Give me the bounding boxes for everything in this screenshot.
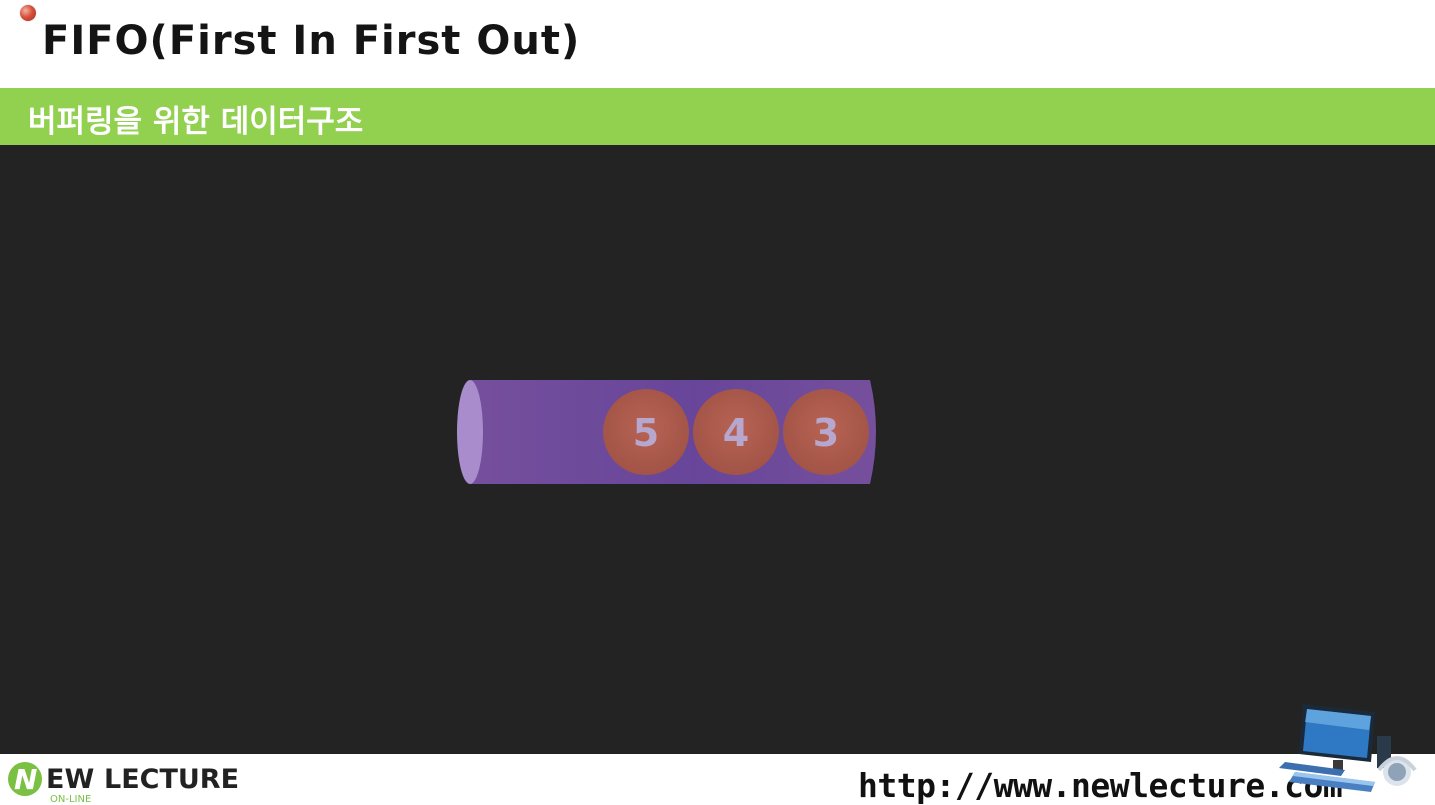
logo-text-lecture: LECTURE: [104, 764, 240, 795]
queue-item-label: 3: [813, 411, 839, 455]
subtitle-bar: 버퍼링을 위한 데이터구조: [0, 88, 1435, 145]
slide-subtitle: 버퍼링을 위한 데이터구조: [28, 104, 364, 140]
footer: N EW LECTURE ON-LINE http://www.newlectu…: [0, 754, 1435, 805]
bullet-icon: [20, 5, 36, 21]
queue-item-label: 5: [633, 411, 659, 455]
site-url[interactable]: http://www.newlecture.com: [858, 766, 1343, 805]
logo-subtext: ON-LINE: [50, 794, 92, 805]
queue-item: 5: [603, 389, 689, 475]
logo-mark-icon: N: [8, 762, 42, 796]
slide-title: FIFO(First In First Out): [42, 18, 581, 64]
logo-text-ew: EW: [46, 764, 95, 795]
newlecture-logo[interactable]: N EW LECTURE ON-LINE: [8, 760, 248, 805]
queue-diagram: 5 4 3: [457, 380, 876, 484]
diagram-stage: 5 4 3: [0, 145, 1435, 754]
queue-item: 4: [693, 389, 779, 475]
queue-opening: [457, 380, 483, 484]
computer-illustration-icon: [1279, 704, 1417, 792]
queue-items: 5 4 3: [603, 389, 869, 475]
queue-item: 3: [783, 389, 869, 475]
queue-item-label: 4: [723, 411, 749, 455]
slide: FIFO(First In First Out) 버퍼링을 위한 데이터구조 5…: [0, 0, 1435, 805]
